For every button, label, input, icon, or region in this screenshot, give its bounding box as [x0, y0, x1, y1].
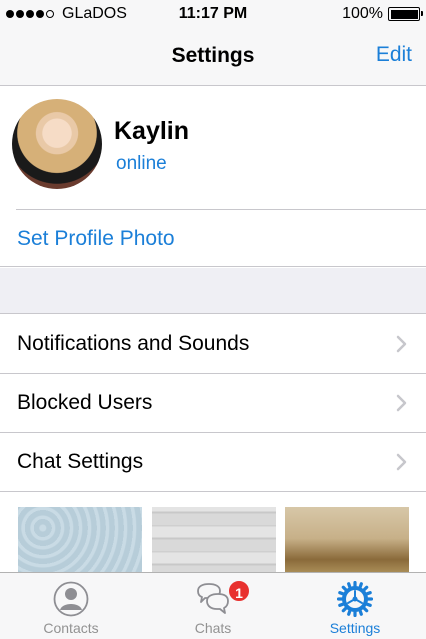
status-bar: GLaDOS 11:17 PM 100% [0, 0, 426, 28]
wallpaper-strip [0, 492, 426, 572]
tab-contacts[interactable]: Contacts [0, 573, 142, 639]
tab-chats[interactable]: 1 Chats [142, 573, 284, 639]
page-title: Settings [171, 44, 255, 67]
battery-percent: 100% [342, 5, 383, 22]
tab-label: Settings [329, 620, 381, 636]
settings-menu: Notifications and Sounds Blocked Users C… [0, 315, 426, 492]
menu-item-label: Notifications and Sounds [17, 332, 250, 355]
section-spacer [0, 268, 426, 314]
profile-name: Kaylin [114, 117, 190, 145]
chat-bubbles-icon [197, 583, 229, 614]
wallpaper-thumbnail[interactable] [285, 507, 409, 572]
edit-button[interactable]: Edit [376, 43, 412, 67]
nav-bar: Settings Edit [0, 28, 426, 86]
tab-settings[interactable]: Settings [284, 573, 426, 639]
wallpaper-thumbnail[interactable] [18, 507, 142, 572]
person-icon [53, 581, 89, 617]
status-right: 100% [342, 5, 423, 23]
unread-badge: 1 [227, 579, 251, 603]
chevron-right-icon [396, 394, 407, 412]
chevron-right-icon [396, 453, 407, 471]
tab-bar: Contacts 1 Chats Settings [0, 572, 426, 639]
menu-item-chat-settings[interactable]: Chat Settings [0, 433, 426, 492]
chevron-right-icon [396, 335, 407, 353]
menu-item-blocked-users[interactable]: Blocked Users [0, 374, 426, 433]
tab-label: Chats [194, 620, 232, 636]
battery-icon [388, 7, 423, 21]
set-profile-photo-button[interactable]: Set Profile Photo [0, 210, 426, 267]
profile-status: online [116, 153, 167, 174]
wallpaper-thumbnail[interactable] [152, 507, 276, 572]
tab-label: Contacts [43, 620, 99, 636]
profile-header: Kaylin online [0, 87, 426, 209]
menu-item-notifications[interactable]: Notifications and Sounds [0, 315, 426, 374]
set-profile-photo-label: Set Profile Photo [17, 227, 175, 250]
gear-icon [337, 581, 373, 617]
menu-item-label: Blocked Users [17, 391, 153, 414]
avatar[interactable] [12, 99, 102, 189]
menu-item-label: Chat Settings [17, 450, 144, 473]
